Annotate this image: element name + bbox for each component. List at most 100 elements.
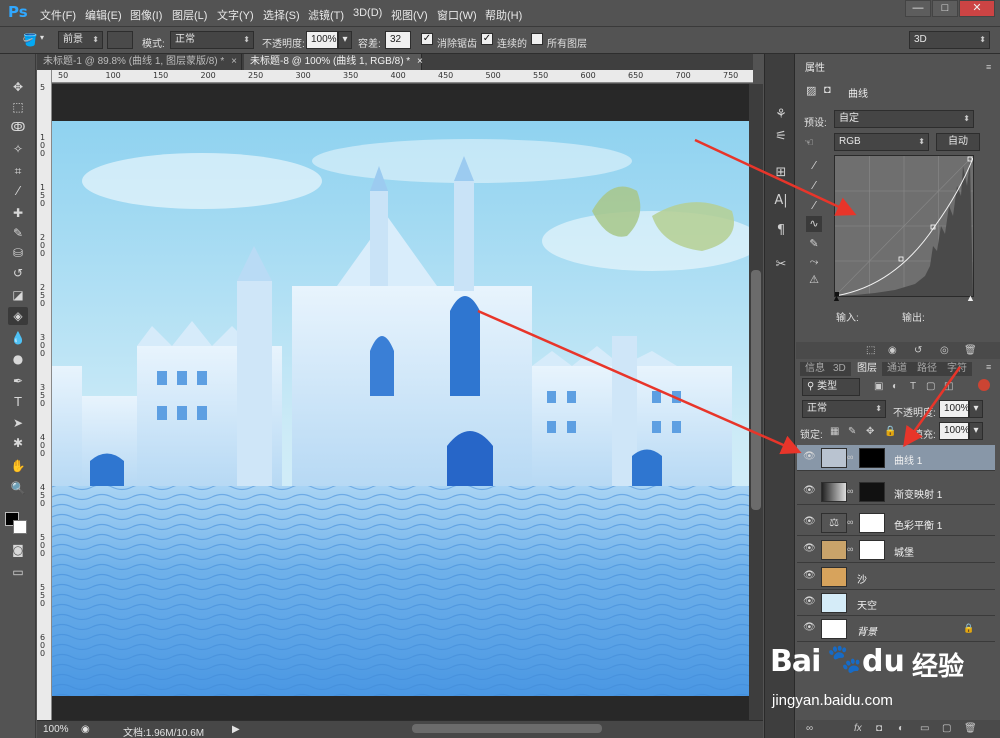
filter-shape-icon[interactable]: ▢: [926, 381, 935, 392]
eye-icon[interactable]: 👁: [803, 623, 816, 633]
reset-icon[interactable]: ↺: [914, 345, 922, 356]
layer-name[interactable]: 背景: [857, 623, 877, 638]
lock-position-icon[interactable]: ✥: [866, 426, 874, 437]
layer-row-sand[interactable]: 👁 沙: [797, 564, 995, 590]
tab-properties[interactable]: 属性: [800, 62, 830, 76]
brush-presets-icon[interactable]: ⚘: [772, 106, 790, 124]
clipping-warning-icon[interactable]: ⚠: [806, 272, 822, 288]
shape-tool-icon[interactable]: ✱: [8, 434, 28, 452]
paint-bucket-tool-icon[interactable]: ◈: [8, 307, 28, 325]
layer-row-gradient-map[interactable]: 👁 ∞ 渐变映射 1: [797, 479, 995, 505]
tab-document-1[interactable]: 未标题-1 @ 89.8% (曲线 1, 图层蒙版/8) * ×: [37, 54, 242, 70]
white-point-slider-icon[interactable]: ▲: [966, 293, 975, 303]
layer-name[interactable]: 色彩平衡 1: [894, 517, 942, 532]
sample-gray-point-icon[interactable]: ⁄: [806, 178, 822, 194]
menu-view[interactable]: 视图(V): [391, 7, 428, 23]
eye-icon[interactable]: 👁: [803, 486, 816, 496]
maximize-button[interactable]: □: [932, 0, 958, 17]
tool-presets-icon[interactable]: ✂: [772, 256, 790, 274]
layer-name[interactable]: 城堡: [894, 544, 914, 559]
background-color-swatch[interactable]: [13, 520, 27, 534]
lock-all-icon[interactable]: 🔒: [884, 426, 896, 437]
quick-mask-icon[interactable]: ◙: [8, 541, 28, 559]
menu-image[interactable]: 图像(I): [130, 7, 162, 23]
sample-white-point-icon[interactable]: ⁄: [806, 198, 822, 214]
opacity-dropdown-icon[interactable]: ▾: [338, 31, 352, 49]
menu-filter[interactable]: 滤镜(T): [308, 7, 344, 23]
layer-name[interactable]: 渐变映射 1: [894, 486, 942, 501]
fill-source-select[interactable]: 前景 ⬍: [58, 31, 103, 49]
layer-row-color-balance[interactable]: 👁 ⚖ ∞ 色彩平衡 1: [797, 510, 995, 536]
menu-layer[interactable]: 图层(L): [172, 7, 207, 23]
menu-window[interactable]: 窗口(W): [437, 7, 477, 23]
vertical-scroll-thumb[interactable]: [751, 270, 761, 510]
curves-graph[interactable]: [834, 155, 974, 297]
mode-select[interactable]: 正常 ⬍: [170, 31, 254, 49]
eye-icon[interactable]: 👁: [803, 544, 816, 554]
layer-mask-thumbnail[interactable]: [859, 482, 885, 502]
chain-link-icon[interactable]: ∞: [847, 517, 853, 527]
eye-icon[interactable]: 👁: [803, 452, 816, 462]
dodge-tool-icon[interactable]: ●: [8, 350, 28, 368]
layer-opacity-input[interactable]: 100%: [939, 400, 970, 418]
delete-layer-icon[interactable]: 🗑: [964, 723, 977, 734]
brush-tool-icon[interactable]: ✎: [8, 224, 28, 242]
layer-row-curves[interactable]: 👁 ∞ 曲线 1: [797, 445, 995, 471]
type-tool-icon[interactable]: T: [8, 393, 28, 411]
eye-icon[interactable]: 👁: [803, 597, 816, 607]
menu-help[interactable]: 帮助(H): [485, 7, 522, 23]
tab-document-8[interactable]: 未标题-8 @ 100% (曲线 1, RGB/8) * ×: [244, 54, 423, 70]
document-canvas[interactable]: [52, 121, 749, 696]
clone-stamp-tool-icon[interactable]: ⛁: [8, 244, 28, 262]
pen-tool-icon[interactable]: ✒: [8, 372, 28, 390]
eraser-tool-icon[interactable]: ◪: [8, 286, 28, 304]
paint-bucket-icon[interactable]: 🪣: [20, 31, 40, 49]
new-layer-icon[interactable]: ▢: [942, 723, 951, 734]
menu-file[interactable]: 文件(F): [40, 7, 76, 23]
path-selection-tool-icon[interactable]: ➤: [8, 414, 28, 432]
magic-wand-tool-icon[interactable]: ✧: [8, 140, 28, 158]
fill-dropdown-icon[interactable]: ▾: [969, 422, 983, 440]
black-point-slider-icon[interactable]: ▲: [832, 293, 841, 303]
status-menu-arrow-icon[interactable]: ▶: [232, 724, 240, 735]
antialias-checkbox[interactable]: ✓: [421, 33, 433, 45]
delete-adjustment-icon[interactable]: 🗑: [964, 345, 977, 356]
hand-adjust-icon[interactable]: ☜: [804, 136, 814, 149]
tab-layers[interactable]: 图层: [852, 362, 882, 376]
marquee-tool-icon[interactable]: ⬚: [8, 98, 28, 116]
status-info-icon[interactable]: ◉: [81, 724, 90, 735]
blend-mode-select[interactable]: 正常 ⬍: [802, 400, 886, 418]
new-adjustment-icon[interactable]: ◐: [898, 723, 904, 734]
filter-smart-object-icon[interactable]: ◫: [944, 381, 953, 392]
zoom-tool-icon[interactable]: 🔍: [8, 479, 28, 497]
filter-pixel-icon[interactable]: ▣: [874, 381, 883, 392]
chain-link-icon[interactable]: ∞: [847, 544, 853, 554]
layer-mask-icon[interactable]: ◘: [824, 84, 831, 96]
filter-adjustment-icon[interactable]: ◐: [892, 381, 898, 392]
layer-row-background[interactable]: 👁 背景 🔒: [797, 616, 995, 642]
tab-3d[interactable]: 3D: [828, 362, 851, 376]
panel-menu-icon[interactable]: ≡: [986, 62, 991, 72]
eyedropper-tool-icon[interactable]: ⁄: [8, 182, 28, 200]
paragraph-panel-icon[interactable]: ¶: [772, 222, 790, 240]
lasso-tool-icon[interactable]: ↂ: [8, 118, 28, 136]
filter-type-icon[interactable]: T: [910, 381, 916, 392]
layer-mask-thumbnail[interactable]: [859, 540, 885, 560]
clone-source-icon[interactable]: ⊞: [772, 164, 790, 182]
chain-link-icon[interactable]: ∞: [847, 486, 853, 496]
opacity-input[interactable]: 100%: [306, 31, 338, 49]
healing-brush-tool-icon[interactable]: ✚: [8, 204, 28, 222]
tab-paths[interactable]: 路径: [912, 362, 942, 376]
tab-character[interactable]: 字符: [942, 362, 972, 376]
brush-panel-icon[interactable]: ⚟: [772, 128, 790, 146]
crop-tool-icon[interactable]: ⌗: [8, 162, 28, 180]
layer-opacity-dropdown-icon[interactable]: ▾: [969, 400, 983, 418]
new-group-icon[interactable]: ▭: [920, 723, 929, 734]
all-layers-checkbox[interactable]: [531, 33, 543, 45]
preset-select[interactable]: 自定 ⬍: [834, 110, 974, 128]
curve-edit-points-icon[interactable]: ∿: [806, 216, 822, 232]
menu-select[interactable]: 选择(S): [263, 7, 300, 23]
minimize-button[interactable]: —: [905, 0, 931, 17]
filter-toggle-icon[interactable]: [978, 379, 990, 391]
horizontal-scroll-thumb[interactable]: [412, 724, 602, 733]
